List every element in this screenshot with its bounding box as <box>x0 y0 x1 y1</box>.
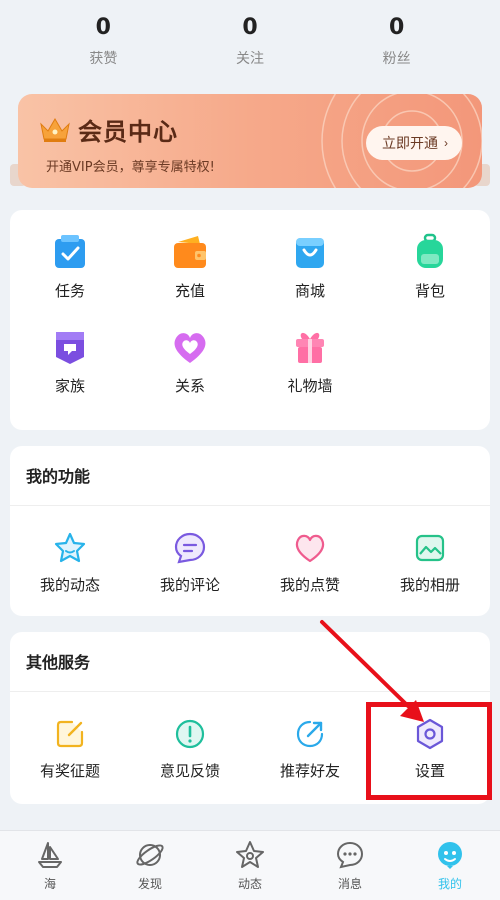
highlight-box <box>366 702 492 800</box>
wallet-icon <box>174 236 206 268</box>
vip-subtitle: 开通VIP会员，尊享专属特权! <box>46 160 215 175</box>
edit-icon <box>56 720 84 748</box>
my-album-item[interactable]: 我的相册 <box>370 506 490 614</box>
tab-moments[interactable]: 动态 <box>205 831 295 900</box>
exclamation-icon <box>175 719 205 749</box>
grid-item-family[interactable]: 家族 <box>10 305 130 400</box>
my-comments-item[interactable]: 我的评论 <box>130 506 250 614</box>
my-comments-label: 我的评论 <box>159 576 220 594</box>
feature-grid: 任务 充值 商城 背包 家族 关系 礼物墙 <box>10 210 490 400</box>
vip-title: 会员中心 <box>78 118 178 146</box>
family-flag-icon <box>56 332 84 364</box>
tab-mine[interactable]: 我的 <box>405 831 495 900</box>
task-icon <box>55 235 85 268</box>
tab-label: 海 <box>43 877 56 891</box>
tab-sea[interactable]: 海 <box>5 831 95 900</box>
shop-bag-icon <box>296 238 324 268</box>
backpack-icon <box>417 233 443 268</box>
stat-likes-count: 0 <box>95 15 111 40</box>
grid-item-task[interactable]: 任务 <box>10 210 130 305</box>
tab-messages[interactable]: 消息 <box>305 831 395 900</box>
chat-icon <box>336 841 364 869</box>
tab-label: 消息 <box>337 877 362 891</box>
planet-icon <box>136 844 164 866</box>
stat-following-count: 0 <box>242 15 258 40</box>
grid-item-recharge[interactable]: 充值 <box>130 210 250 305</box>
stat-following-label: 关注 <box>235 51 264 67</box>
prize-question-label: 有奖征题 <box>39 762 100 780</box>
grid-item-shop[interactable]: 商城 <box>250 210 370 305</box>
grid-item-label: 礼物墙 <box>287 377 333 395</box>
vip-banner-wrap: 会员中心 开通VIP会员，尊享专属特权! 立即开通 › <box>10 94 490 194</box>
vip-banner[interactable]: 会员中心 开通VIP会员，尊享专属特权! 立即开通 › <box>18 94 482 188</box>
section-title-other-services: 其他服务 <box>10 632 490 692</box>
grid-item-label: 家族 <box>54 377 85 395</box>
gift-icon <box>296 332 324 363</box>
grid-item-label: 关系 <box>174 377 205 395</box>
comment-icon <box>174 532 206 564</box>
vip-title-row: 会员中心 <box>38 112 178 147</box>
recommend-friend-label: 推荐好友 <box>279 762 340 780</box>
my-likes-label: 我的点赞 <box>279 576 340 594</box>
star-outline-icon <box>236 841 264 868</box>
open-vip-button-label: 立即开通 <box>382 135 438 151</box>
heart-icon <box>174 333 206 363</box>
feedback-label: 意见反馈 <box>159 762 220 780</box>
section-title-my-functions: 我的功能 <box>10 446 490 506</box>
crown-icon <box>40 117 70 142</box>
bottom-tab-bar: 海 发现 动态 消息 我的 <box>0 830 500 900</box>
share-icon <box>296 720 324 748</box>
tab-label: 动态 <box>237 877 262 891</box>
chevron-right-icon: › <box>444 136 448 150</box>
my-posts-label: 我的动态 <box>39 576 100 594</box>
grid-item-relation[interactable]: 关系 <box>130 305 250 400</box>
stat-fans-label: 粉丝 <box>382 51 411 67</box>
sailboat-icon <box>38 842 62 868</box>
grid-item-giftwall[interactable]: 礼物墙 <box>250 305 370 400</box>
recommend-friend-item[interactable]: 推荐好友 <box>250 692 370 800</box>
stat-fans[interactable]: 0 粉丝 <box>352 0 442 68</box>
my-posts-item[interactable]: 我的动态 <box>10 506 130 614</box>
feature-grid-card: 任务 充值 商城 背包 家族 关系 礼物墙 <box>10 210 490 430</box>
grid-item-label: 充值 <box>174 282 205 300</box>
my-functions-row: 我的动态 我的评论 我的点赞 我的相册 <box>10 506 490 614</box>
tab-label: 发现 <box>137 877 162 891</box>
star-icon <box>54 532 86 563</box>
grid-item-label: 任务 <box>54 282 85 300</box>
tab-discover[interactable]: 发现 <box>105 831 195 900</box>
album-icon <box>415 534 445 562</box>
stat-likes-label: 获赞 <box>89 51 118 67</box>
open-vip-button[interactable]: 立即开通 › <box>366 126 462 160</box>
my-album-label: 我的相册 <box>399 576 460 594</box>
stat-likes[interactable]: 0 获赞 <box>58 0 148 68</box>
profile-face-icon <box>438 842 462 869</box>
grid-item-label: 商城 <box>294 282 325 300</box>
heart-outline-icon <box>295 534 325 563</box>
grid-item-label: 背包 <box>414 282 445 300</box>
stat-following[interactable]: 0 关注 <box>205 0 295 68</box>
my-functions-card: 我的功能 我的动态 我的评论 我的点赞 我的相册 <box>10 446 490 616</box>
tab-label: 我的 <box>437 877 462 891</box>
my-likes-item[interactable]: 我的点赞 <box>250 506 370 614</box>
stat-fans-count: 0 <box>388 15 405 40</box>
prize-question-item[interactable]: 有奖征题 <box>10 692 130 800</box>
grid-item-backpack[interactable]: 背包 <box>370 210 490 305</box>
stats-row: 0 获赞 0 关注 0 粉丝 <box>0 0 500 80</box>
feedback-item[interactable]: 意见反馈 <box>130 692 250 800</box>
